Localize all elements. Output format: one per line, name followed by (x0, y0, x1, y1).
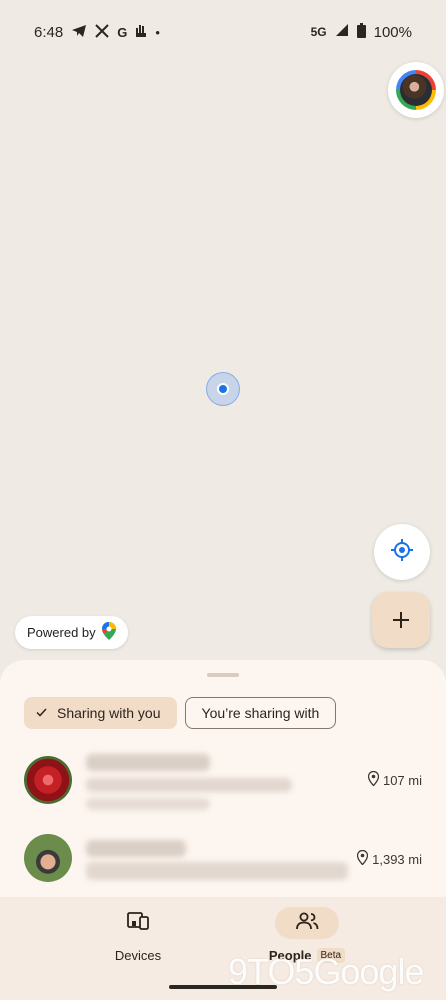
devices-icon (127, 911, 149, 935)
location-pin-icon (367, 770, 380, 789)
battery-icon (356, 22, 366, 42)
account-ring (396, 70, 436, 110)
redacted-name (86, 840, 186, 857)
avatar (24, 756, 72, 804)
location-pin-icon (356, 849, 369, 868)
list-item[interactable]: 107 mi (0, 744, 446, 816)
redacted-name (86, 754, 210, 771)
nav-icon-container (106, 907, 170, 939)
network-label: 5G (310, 25, 327, 39)
status-time: 6:48 (34, 23, 64, 41)
redacted-address (86, 862, 348, 880)
chip-label: You’re sharing with (201, 705, 320, 721)
google-maps-pin-icon (101, 622, 116, 643)
map[interactable] (0, 64, 446, 660)
chip-sharing-with-you[interactable]: Sharing with you (24, 697, 177, 729)
my-location-button[interactable] (374, 524, 430, 580)
status-right: 5G 100% (310, 22, 412, 42)
add-button[interactable] (372, 592, 430, 648)
people-icon (295, 912, 319, 935)
hand-icon (135, 24, 147, 40)
nav-item-devices[interactable]: Devices (63, 907, 213, 963)
filter-chips: Sharing with you You’re sharing with (24, 697, 337, 729)
chip-label: Sharing with you (57, 705, 161, 721)
distance: 107 mi (367, 770, 422, 789)
powered-by-label: Powered by (27, 625, 96, 640)
avatar (24, 834, 72, 882)
x-icon (95, 24, 109, 40)
plus-icon (392, 603, 410, 637)
nav-label: Devices (115, 948, 161, 963)
telegram-icon (71, 24, 87, 40)
redacted-status (86, 798, 210, 810)
signal-icon (335, 23, 349, 41)
status-bar: 6:48 G • 5G 100% (0, 0, 446, 64)
nav-label-devices: Devices (114, 948, 162, 963)
gesture-navigation-bar[interactable] (169, 985, 277, 989)
check-icon (36, 706, 47, 720)
crosshair-icon (390, 538, 414, 567)
powered-by-badge: Powered by (15, 616, 128, 649)
status-left: 6:48 G • (34, 24, 160, 41)
redacted-address (86, 778, 292, 792)
battery-level: 100% (373, 23, 412, 41)
chip-you-are-sharing-with[interactable]: You’re sharing with (184, 697, 337, 729)
nav-icon-container (275, 907, 339, 939)
distance-value: 1,393 mi (372, 851, 422, 867)
people-sheet[interactable]: Sharing with you You’re sharing with 107… (0, 660, 446, 900)
google-icon: G (117, 24, 128, 40)
drag-handle[interactable] (207, 673, 239, 677)
notification-dot-icon: • (155, 24, 160, 40)
list-item[interactable]: 1,393 mi (0, 834, 446, 900)
account-avatar-button[interactable] (388, 62, 444, 118)
avatar (400, 74, 432, 106)
current-location-marker (206, 372, 240, 406)
distance: 1,393 mi (356, 849, 422, 868)
distance-value: 107 mi (382, 772, 422, 788)
